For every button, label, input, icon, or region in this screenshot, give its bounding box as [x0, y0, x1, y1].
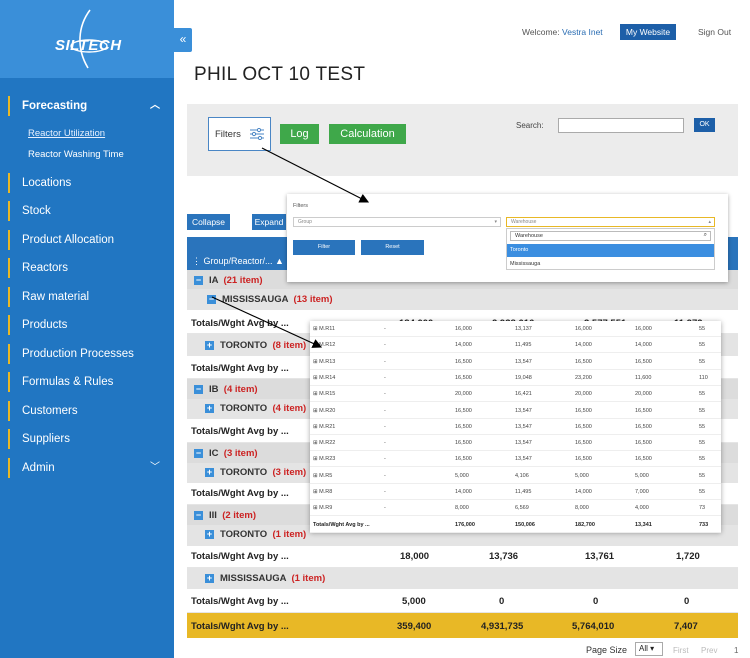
annotation-arrows [211, 147, 370, 348]
arrow-to-detail-popup [211, 296, 323, 348]
arrow-to-filter-popup [261, 147, 370, 203]
